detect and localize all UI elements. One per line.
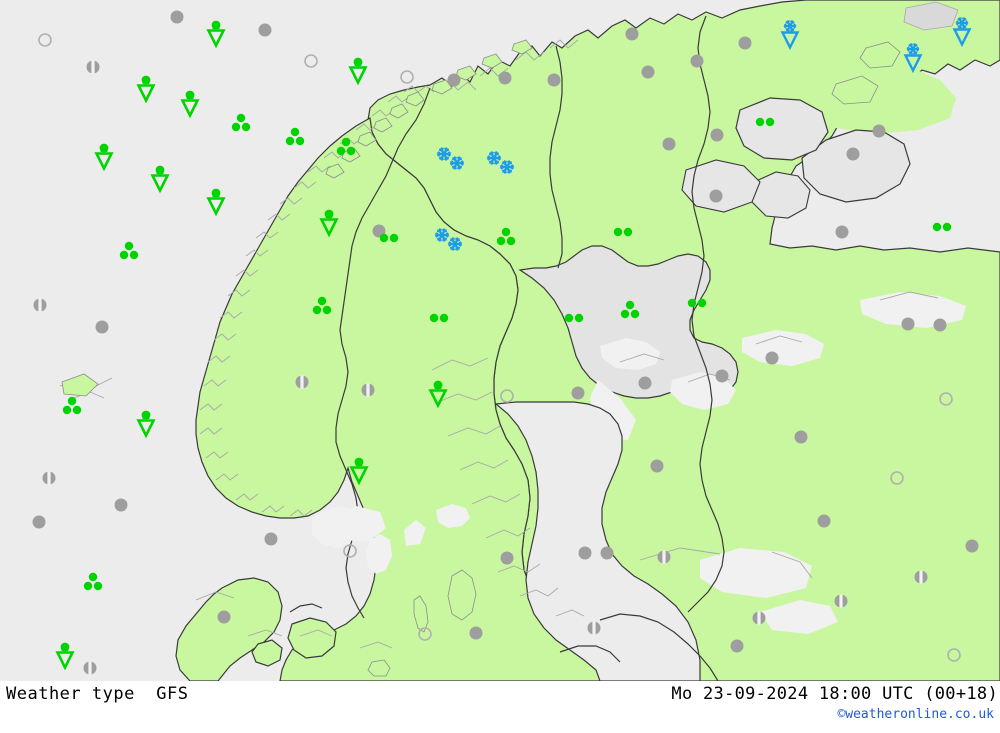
map-title: Weather type GFS [6,684,189,704]
map-geography: .land { fill:#c9f7a0; stroke:#3a3a3a; st… [0,0,1000,681]
island-gotland [447,569,477,621]
forecast-timestamp: Mo 23-09-2024 18:00 UTC (00+18) [671,684,998,704]
copyright-credit: ©weatheronline.co.uk [837,707,994,722]
weather-map[interactable]: .land { fill:#c9f7a0; stroke:#3a3a3a; st… [0,0,1000,681]
weather-map-page: .land { fill:#c9f7a0; stroke:#3a3a3a; st… [0,0,1000,733]
map-footer: Weather type GFS Mo 23-09-2024 18:00 UTC… [0,681,1000,733]
